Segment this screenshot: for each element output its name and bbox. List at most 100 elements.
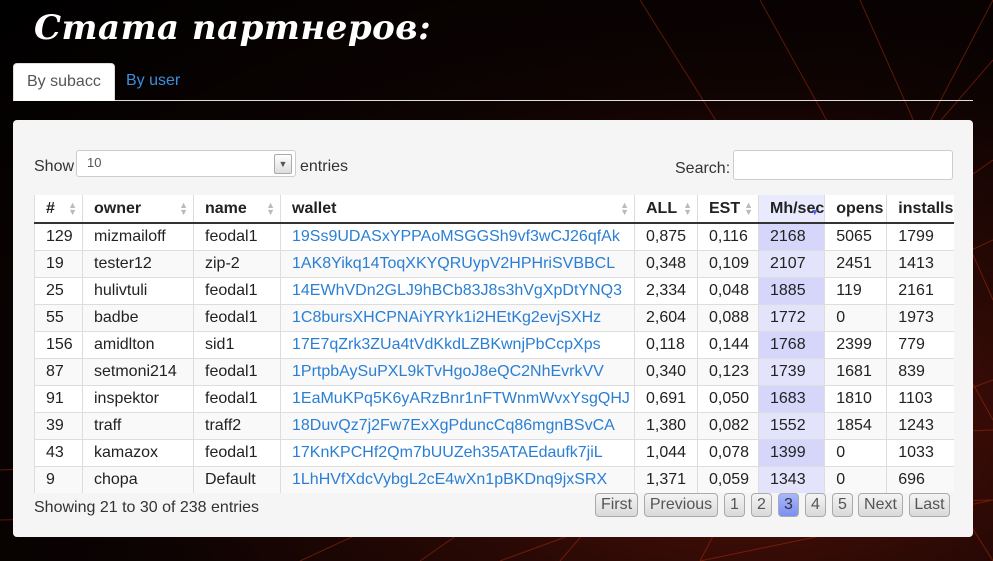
cell-all: 0,118 (634, 330, 698, 358)
wallet-link[interactable]: 17KnKPCHf2Qm7bUUZeh35ATAEdaufk7jiL (292, 444, 603, 461)
cell-owner: traff (82, 411, 194, 439)
cell-wallet: 14EWhVDn2GLJ9hBCb83J8s3hVgXpDtYNQ3 (280, 276, 635, 304)
table-row: 91 inspektor feodal1 1EaMuKPq5K6yARzBnr1nFT… (34, 384, 954, 412)
cell-mhsec: 1885 (757, 276, 825, 304)
cell-mhsec: 1768 (757, 330, 825, 358)
sort-icon: ▲ ▼ (620, 200, 629, 217)
cell-mhsec: 1552 (757, 411, 825, 439)
cell-installs: 1799 (886, 222, 954, 250)
page-1-button[interactable]: 1 (724, 493, 745, 517)
page-2-button[interactable]: 2 (751, 493, 772, 517)
cell-name: feodal1 (193, 303, 281, 331)
cell-owner: amidlton (82, 330, 194, 358)
page-4-button[interactable]: 4 (805, 493, 826, 517)
col-header-installs[interactable]: installs (886, 195, 954, 224)
col-header-name[interactable]: name ▲ ▼ (193, 195, 281, 224)
cell-wallet: 1PrtpbAySuPXL9kTvHgoJ8eQC2NhEvrkVV (280, 357, 635, 385)
cell-installs: 779 (886, 330, 954, 358)
cell-name: Default (193, 465, 281, 493)
cell-installs: 1413 (886, 249, 954, 277)
previous-page-button[interactable]: Previous (644, 493, 718, 517)
col-header-wallet[interactable]: wallet ▲ ▼ (280, 195, 635, 224)
cell-opens: 2451 (824, 249, 887, 277)
wallet-link[interactable]: 1LhHVfXdcVybgL2cE4wXn1pBKDnq9jxSRX (292, 471, 607, 488)
cell-wallet: 1C8bursXHCPNAiYRYk1i2HEtKg2evjSXHz (280, 303, 635, 331)
stats-panel: Show 10 ▼ entries Search: # ▲ ▼ owner ▲ ▼ na… (13, 120, 973, 537)
first-page-button[interactable]: First (595, 493, 638, 517)
cell-installs: 1243 (886, 411, 954, 439)
cell-est: 0,050 (697, 384, 759, 412)
col-header-index[interactable]: # ▲ ▼ (34, 195, 83, 224)
chevron-down-icon[interactable]: ▼ (274, 154, 292, 174)
entries-label: entries (300, 158, 349, 175)
cell-wallet: 1EaMuKPq5K6yARzBnr1nFTWnmWvxYsgQHJ (280, 384, 635, 412)
page-size-value: 10 (87, 155, 102, 170)
page-5-button[interactable]: 5 (832, 493, 853, 517)
tab-by-user[interactable]: By user (113, 63, 193, 99)
search-label: Search: (675, 160, 731, 177)
cell-wallet: 17E7qZrk3ZUa4tVdKkdLZBKwnjPbCcpXps (280, 330, 635, 358)
cell-installs: 1973 (886, 303, 954, 331)
wallet-link[interactable]: 1C8bursXHCPNAiYRYk1i2HEtKg2evjSXHz (292, 309, 601, 326)
cell-index: 25 (34, 276, 83, 304)
wallet-link[interactable]: 19Ss9UDASxYPPAoMSGGSh9vf3wCJ26qfAk (292, 228, 620, 245)
cell-index: 91 (34, 384, 83, 412)
last-page-button[interactable]: Last (909, 493, 950, 517)
cell-owner: badbe (82, 303, 194, 331)
cell-all: 1,380 (634, 411, 698, 439)
table-row: 39 traff traff2 18DuvQz7j2Fw7ExXgPduncCq86m… (34, 411, 954, 439)
page-title: Стата партнеров: (34, 8, 432, 48)
wallet-link[interactable]: 17E7qZrk3ZUa4tVdKkdLZBKwnjPbCcpXps (292, 336, 601, 353)
wallet-link[interactable]: 1AK8Yikq14ToqXKYQRUypV2HPHriSVBBCL (292, 255, 615, 272)
wallet-link[interactable]: 1EaMuKPq5K6yARzBnr1nFTWnmWvxYsgQHJ (292, 390, 630, 407)
show-label: Show (34, 158, 75, 175)
wallet-link[interactable]: 1PrtpbAySuPXL9kTvHgoJ8eQC2NhEvrkVV (292, 363, 604, 380)
cell-owner: setmoni214 (82, 357, 194, 385)
cell-est: 0,078 (697, 438, 759, 466)
table-row: 156 amidlton sid1 17E7qZrk3ZUa4tVdKkdLZBKwn… (34, 330, 954, 358)
cell-index: 43 (34, 438, 83, 466)
cell-est: 0,082 (697, 411, 759, 439)
cell-all: 0,691 (634, 384, 698, 412)
cell-mhsec: 2168 (757, 222, 825, 250)
sort-icon: ▲ ▼ (744, 200, 753, 217)
table-info: Showing 21 to 30 of 238 entries (34, 499, 260, 516)
col-header-opens[interactable]: opens (824, 195, 887, 224)
col-header-all[interactable]: ALL ▲ ▼ (634, 195, 698, 224)
col-header-est[interactable]: EST ▲ ▼ (697, 195, 759, 224)
wallet-link[interactable]: 18DuvQz7j2Fw7ExXgPduncCq86mgnBSvCA (292, 417, 615, 434)
cell-mhsec: 1343 (757, 465, 825, 493)
table-row: 43 kamazox feodal1 17KnKPCHf2Qm7bUUZeh35ATA… (34, 438, 954, 466)
cell-owner: inspektor (82, 384, 194, 412)
wallet-link[interactable]: 14EWhVDn2GLJ9hBCb83J8s3hVgXpDtYNQ3 (292, 282, 622, 299)
sort-icon: ▲ ▼ (683, 200, 692, 217)
cell-opens: 119 (824, 276, 887, 304)
cell-est: 0,088 (697, 303, 759, 331)
cell-owner: hulivtuli (82, 276, 194, 304)
cell-est: 0,144 (697, 330, 759, 358)
cell-est: 0,048 (697, 276, 759, 304)
cell-all: 0,348 (634, 249, 698, 277)
cell-name: zip-2 (193, 249, 281, 277)
cell-owner: tester12 (82, 249, 194, 277)
search-input[interactable] (733, 150, 953, 180)
sort-icon: ▲ ▼ (179, 200, 188, 217)
cell-mhsec: 1683 (757, 384, 825, 412)
partners-table: # ▲ ▼ owner ▲ ▼ name ▲ ▼ wallet ▲ ▼ ALL ▲ ▼ EST ▲ ▼ … (34, 195, 954, 493)
cell-opens: 0 (824, 438, 887, 466)
cell-wallet: 1AK8Yikq14ToqXKYQRUypV2HPHriSVBBCL (280, 249, 635, 277)
page-size-select[interactable]: 10 ▼ (76, 150, 296, 177)
cell-name: traff2 (193, 411, 281, 439)
next-page-button[interactable]: Next (858, 493, 903, 517)
cell-installs: 2161 (886, 276, 954, 304)
cell-opens: 0 (824, 465, 887, 493)
cell-opens: 1810 (824, 384, 887, 412)
table-row: 55 badbe feodal1 1C8bursXHCPNAiYRYk1i2HEtKg… (34, 303, 954, 331)
col-header-mhsec[interactable]: Mh/sec ▼ (757, 195, 825, 224)
cell-installs: 1033 (886, 438, 954, 466)
col-header-owner[interactable]: owner ▲ ▼ (82, 195, 194, 224)
tab-by-subacc[interactable]: By subacc (13, 63, 115, 101)
cell-wallet: 19Ss9UDASxYPPAoMSGGSh9vf3wCJ26qfAk (280, 222, 635, 250)
page-3-button[interactable]: 3 (778, 493, 799, 517)
cell-mhsec: 2107 (757, 249, 825, 277)
